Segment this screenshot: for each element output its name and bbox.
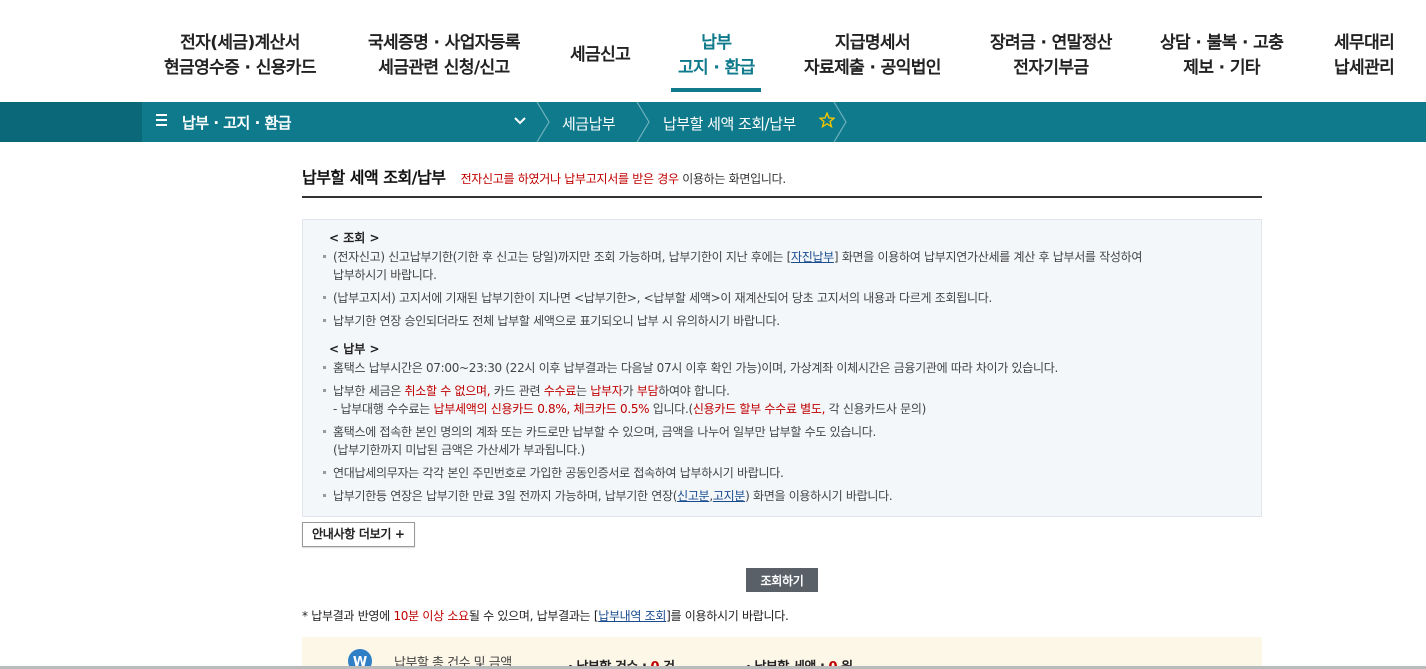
hamburger-menu-icon[interactable] [156,114,168,128]
notice-highlight: 수수료 [543,384,577,398]
nav-item-line1: 세금신고 [570,45,631,65]
nav-item-line1: 전자(세금)계산서 [180,33,300,53]
breadcrumb-bar: 납부 · 고지 · 환급 세금납부 납부할 세액 조회/납부 [0,102,1426,142]
nav-item-line1: 납부 [701,33,732,53]
notice-item: 연대납세의무자는 각각 본인 주민번호로 가입한 공동인증서로 접속하여 납부하… [321,464,1251,482]
breadcrumb-left-panel [0,102,142,142]
notice-item: 홈택스에 접속한 본인 명의의 계좌 또는 카드로만 납부할 수 있으며, 금액… [321,423,1251,459]
bullet-icon [323,319,326,322]
title-divider [302,196,1262,198]
nav-item-line2: 현금영수증 · 신용카드 [164,58,316,78]
breadcrumb-separator-icon [636,102,650,142]
bullet-icon [323,389,326,392]
notice-item: (납부고지서) 고지서에 기재된 납부기한이 지나면 <납부기한>, <납부할 … [321,289,1251,307]
nav-item-line2: 세금관련 신청/신고 [378,58,510,78]
breadcrumb-tax-payment[interactable]: 세금납부 [562,113,616,134]
notice-text: 납부기한등 연장은 납부기한 만료 3일 전까지 가능하며, 납부기한 연장( [333,489,678,503]
extension-notice-link[interactable]: 고지분 [713,489,746,503]
payment-summary-panel: W 납부할 총 건수 및 금액 · 납부할 건수 : 0 건 · 납부할 세액 … [302,637,1262,669]
notice-text: ) 화면을 이용하시기 바랍니다. [745,489,893,503]
payment-result-note: * 납부결과 반영에 10분 이상 소요될 수 있으며, 납부결과는 [납부내역… [302,607,789,624]
notice-text: 는 [575,384,591,398]
notice-text: 각 신용카드사 문의) [825,402,927,416]
extension-filed-link[interactable]: 신고분 [677,489,710,503]
self-payment-link[interactable]: 자진납부 [791,250,834,264]
more-notices-button[interactable]: 안내사항 더보기 + [302,522,415,547]
notice-box: < 조회 > (전자신고) 신고납부기한(기한 후 신고는 당일)까지만 조회 … [302,219,1262,517]
page-description-text: 이용하는 화면입니다. [678,172,786,186]
bullet-icon [323,366,326,369]
nav-item-line1: 장려금 · 연말정산 [990,33,1112,53]
notice-text: 카드 관련 [490,384,544,398]
nav-item-e-invoice[interactable]: 전자(세금)계산서 현금영수증 · 신용카드 [164,31,316,81]
bullet-icon [323,494,326,497]
nav-item-tax-agent[interactable]: 세무대리 납세관리 [1334,31,1395,81]
bullet-icon [323,471,326,474]
payment-history-link[interactable]: 납부내역 조회 [598,609,666,623]
notice-highlight: 납부자 [590,384,623,398]
nav-item-payment[interactable]: 납부 고지 · 환급 [671,31,762,92]
top-navigation: 전자(세금)계산서 현금영수증 · 신용카드 국세증명 · 사업자등록 세금관련… [0,0,1426,102]
notice-text: 입니다.( [649,402,693,416]
notice-text: 납부기한 연장 승인되더라도 전체 납부할 세액으로 표기되오니 납부 시 유의… [333,314,780,328]
note-text: * 납부결과 반영에 [302,609,394,623]
nav-item-line2: 고지 · 환급 [678,58,755,78]
notice-text: 하여야 합니다. [658,384,730,398]
nav-item-line1: 국세증명 · 사업자등록 [368,33,520,53]
search-button[interactable]: 조회하기 [746,568,818,592]
nav-item-line2: 제보 · 기타 [1183,58,1260,78]
breadcrumb-menu-label[interactable]: 납부 · 고지 · 환급 [182,112,292,133]
notice-text: (납부고지서) 고지서에 기재된 납부기한이 지나면 <납부기한>, <납부할 … [333,291,992,305]
breadcrumb-separator-icon [536,102,550,142]
notice-item: 납부한 세금은 취소할 수 없으며, 카드 관련 수수료는 납부자가 부담하여야… [321,382,1251,418]
notice-text: - 납부대행 수수료는 [333,402,434,416]
notice-text: 납부한 세금은 [333,384,405,398]
active-nav-underline [671,88,762,92]
nav-item-line1: 상담 · 불복 · 고충 [1160,33,1284,53]
breadcrumb-separator-icon [833,102,847,142]
page-title: 납부할 세액 조회/납부 [302,168,446,187]
notice-highlight: 취소할 수 없으며, [404,384,491,398]
notice-item: 납부기한등 연장은 납부기한 만료 3일 전까지 가능하며, 납부기한 연장(신… [321,487,1251,505]
nav-item-certificate[interactable]: 국세증명 · 사업자등록 세금관련 신청/신고 [368,31,520,81]
notice-highlight: 납부세액의 신용카드 0.8%, 체크카드 0.5% [433,402,650,416]
notice-text: 홈택스 납부시간은 07:00~23:30 (22시 이후 납부결과는 다음날 … [333,361,1059,375]
chevron-down-icon[interactable] [513,112,527,134]
nav-item-line2: 자료제출 · 공익법인 [804,58,941,78]
notice-text: 홈택스에 접속한 본인 명의의 계좌 또는 카드로만 납부할 수 있으며, 금액… [333,425,877,439]
nav-item-line2: 납세관리 [1334,58,1395,78]
section-title-inquiry: < 조회 > [329,231,380,245]
nav-item-tax-filing[interactable]: 세금신고 [570,43,631,68]
bullet-icon [323,255,326,258]
nav-item-line2: 전자기부금 [1013,58,1089,78]
page-description: 전자신고를 하였거나 납부고지서를 받은 경우 이용하는 화면입니다. [460,172,787,186]
notice-text: ] 화면을 이용하여 납부지연가산세를 계산 후 납부서를 작성하여 [833,250,1143,264]
nav-item-consulting[interactable]: 상담 · 불복 · 고충 제보 · 기타 [1160,31,1284,81]
notice-item: 홈택스 납부시간은 07:00~23:30 (22시 이후 납부결과는 다음날 … [321,359,1251,377]
notice-text: 연대납세의무자는 각각 본인 주민번호로 가입한 공동인증서로 접속하여 납부하… [333,466,784,480]
nav-item-line1: 세무대리 [1334,33,1395,53]
section-title-payment: < 납부 > [329,342,380,356]
nav-item-incentive[interactable]: 장려금 · 연말정산 전자기부금 [990,31,1112,81]
bullet-icon [323,296,326,299]
note-text: 될 수 있으며, 납부결과는 [ [468,609,599,623]
notice-text: (납부기한까지 미납된 금액은 가산세가 부과됩니다.) [333,443,585,457]
nav-item-line1: 지급명세서 [834,33,911,53]
title-row: 납부할 세액 조회/납부 전자신고를 하였거나 납부고지서를 받은 경우 이용하… [302,164,786,188]
notice-highlight: 부담 [636,384,659,398]
note-text: ]를 이용하시기 바랍니다. [666,609,789,623]
page-description-highlight: 전자신고를 하였거나 납부고지서를 받은 경우 [460,172,679,186]
notice-text: (전자신고) 신고납부기한(기한 후 신고는 당일)까지만 조회 가능하며, 납… [333,250,791,264]
notice-text: 납부하시기 바랍니다. [333,268,437,282]
notice-text: 가 [622,384,637,398]
bullet-icon [323,430,326,433]
notice-highlight: 신용카드 할부 수수료 별도, [692,402,826,416]
note-highlight: 10분 이상 소요 [393,609,469,623]
breadcrumb-current-page: 납부할 세액 조회/납부 [663,115,796,133]
notice-item: (전자신고) 신고납부기한(기한 후 신고는 당일)까지만 조회 가능하며, 납… [321,248,1251,284]
notice-item: 납부기한 연장 승인되더라도 전체 납부할 세액으로 표기되오니 납부 시 유의… [321,312,1251,330]
nav-item-payment-statement[interactable]: 지급명세서 자료제출 · 공익법인 [804,31,941,81]
